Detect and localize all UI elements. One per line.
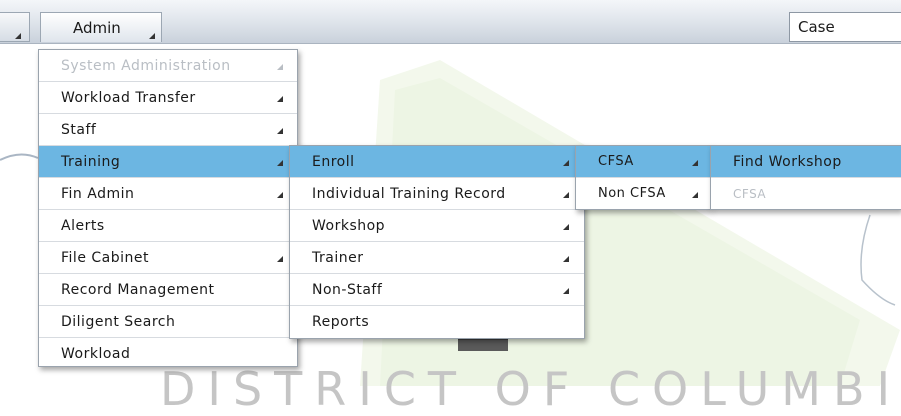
training-submenu: Enroll Individual Training Record Worksh…	[289, 145, 585, 339]
menu-item-staff[interactable]: Staff	[39, 114, 297, 146]
menu-item-workload[interactable]: Workload	[39, 338, 297, 368]
menu-item-cfsa[interactable]: CFSA	[576, 146, 710, 178]
submenu-arrow-icon	[277, 192, 283, 198]
dropdown-arrow-icon	[149, 33, 155, 39]
submenu-arrow-icon	[563, 224, 569, 230]
menu-item-diligent-search[interactable]: Diligent Search	[39, 306, 297, 338]
menu-item-file-cabinet[interactable]: File Cabinet	[39, 242, 297, 274]
submenu-arrow-icon	[563, 160, 569, 166]
menu-item-trainer[interactable]: Trainer	[290, 242, 584, 274]
submenu-arrow-icon	[563, 192, 569, 198]
menu-item-reports[interactable]: Reports	[290, 306, 584, 339]
submenu-arrow-icon	[277, 64, 283, 70]
submenu-arrow-icon	[563, 288, 569, 294]
menu-item-training[interactable]: Training	[39, 146, 297, 178]
menu-item-individual-training-record[interactable]: Individual Training Record	[290, 178, 584, 210]
admin-dropdown-menu: System Administration Workload Transfer …	[38, 49, 298, 367]
menu-item-find-workshop[interactable]: Find Workshop	[711, 146, 901, 178]
submenu-arrow-icon	[277, 128, 283, 134]
menu-item-cfsa-disabled[interactable]: CFSA	[711, 178, 901, 210]
cfsa-submenu: Find Workshop CFSA	[710, 145, 901, 210]
decorative-bar	[458, 339, 508, 351]
enroll-submenu: CFSA Non CFSA	[575, 145, 711, 210]
menu-item-record-management[interactable]: Record Management	[39, 274, 297, 306]
submenu-arrow-icon	[692, 160, 698, 166]
admin-menu-label: Admin	[73, 19, 121, 37]
submenu-arrow-icon	[563, 256, 569, 262]
previous-menu-button[interactable]	[0, 12, 30, 42]
case-search-field[interactable]: Case	[789, 12, 901, 42]
menu-item-alerts[interactable]: Alerts	[39, 210, 297, 242]
case-field-label: Case	[798, 18, 835, 36]
menu-item-system-administration[interactable]: System Administration	[39, 50, 297, 82]
dropdown-arrow-icon	[15, 33, 21, 39]
menu-item-fin-admin[interactable]: Fin Admin	[39, 178, 297, 210]
footer-watermark-text: DISTRICT OF COLUMBIA	[160, 362, 901, 416]
top-menubar: Admin Case	[0, 0, 901, 44]
admin-menu-button[interactable]: Admin	[40, 12, 162, 42]
menu-item-workshop[interactable]: Workshop	[290, 210, 584, 242]
submenu-arrow-icon	[277, 160, 283, 166]
menu-item-non-staff[interactable]: Non-Staff	[290, 274, 584, 306]
menu-item-enroll[interactable]: Enroll	[290, 146, 584, 178]
submenu-arrow-icon	[277, 256, 283, 262]
submenu-arrow-icon	[692, 192, 698, 198]
menu-item-workload-transfer[interactable]: Workload Transfer	[39, 82, 297, 114]
menu-item-non-cfsa[interactable]: Non CFSA	[576, 178, 710, 210]
submenu-arrow-icon	[277, 96, 283, 102]
